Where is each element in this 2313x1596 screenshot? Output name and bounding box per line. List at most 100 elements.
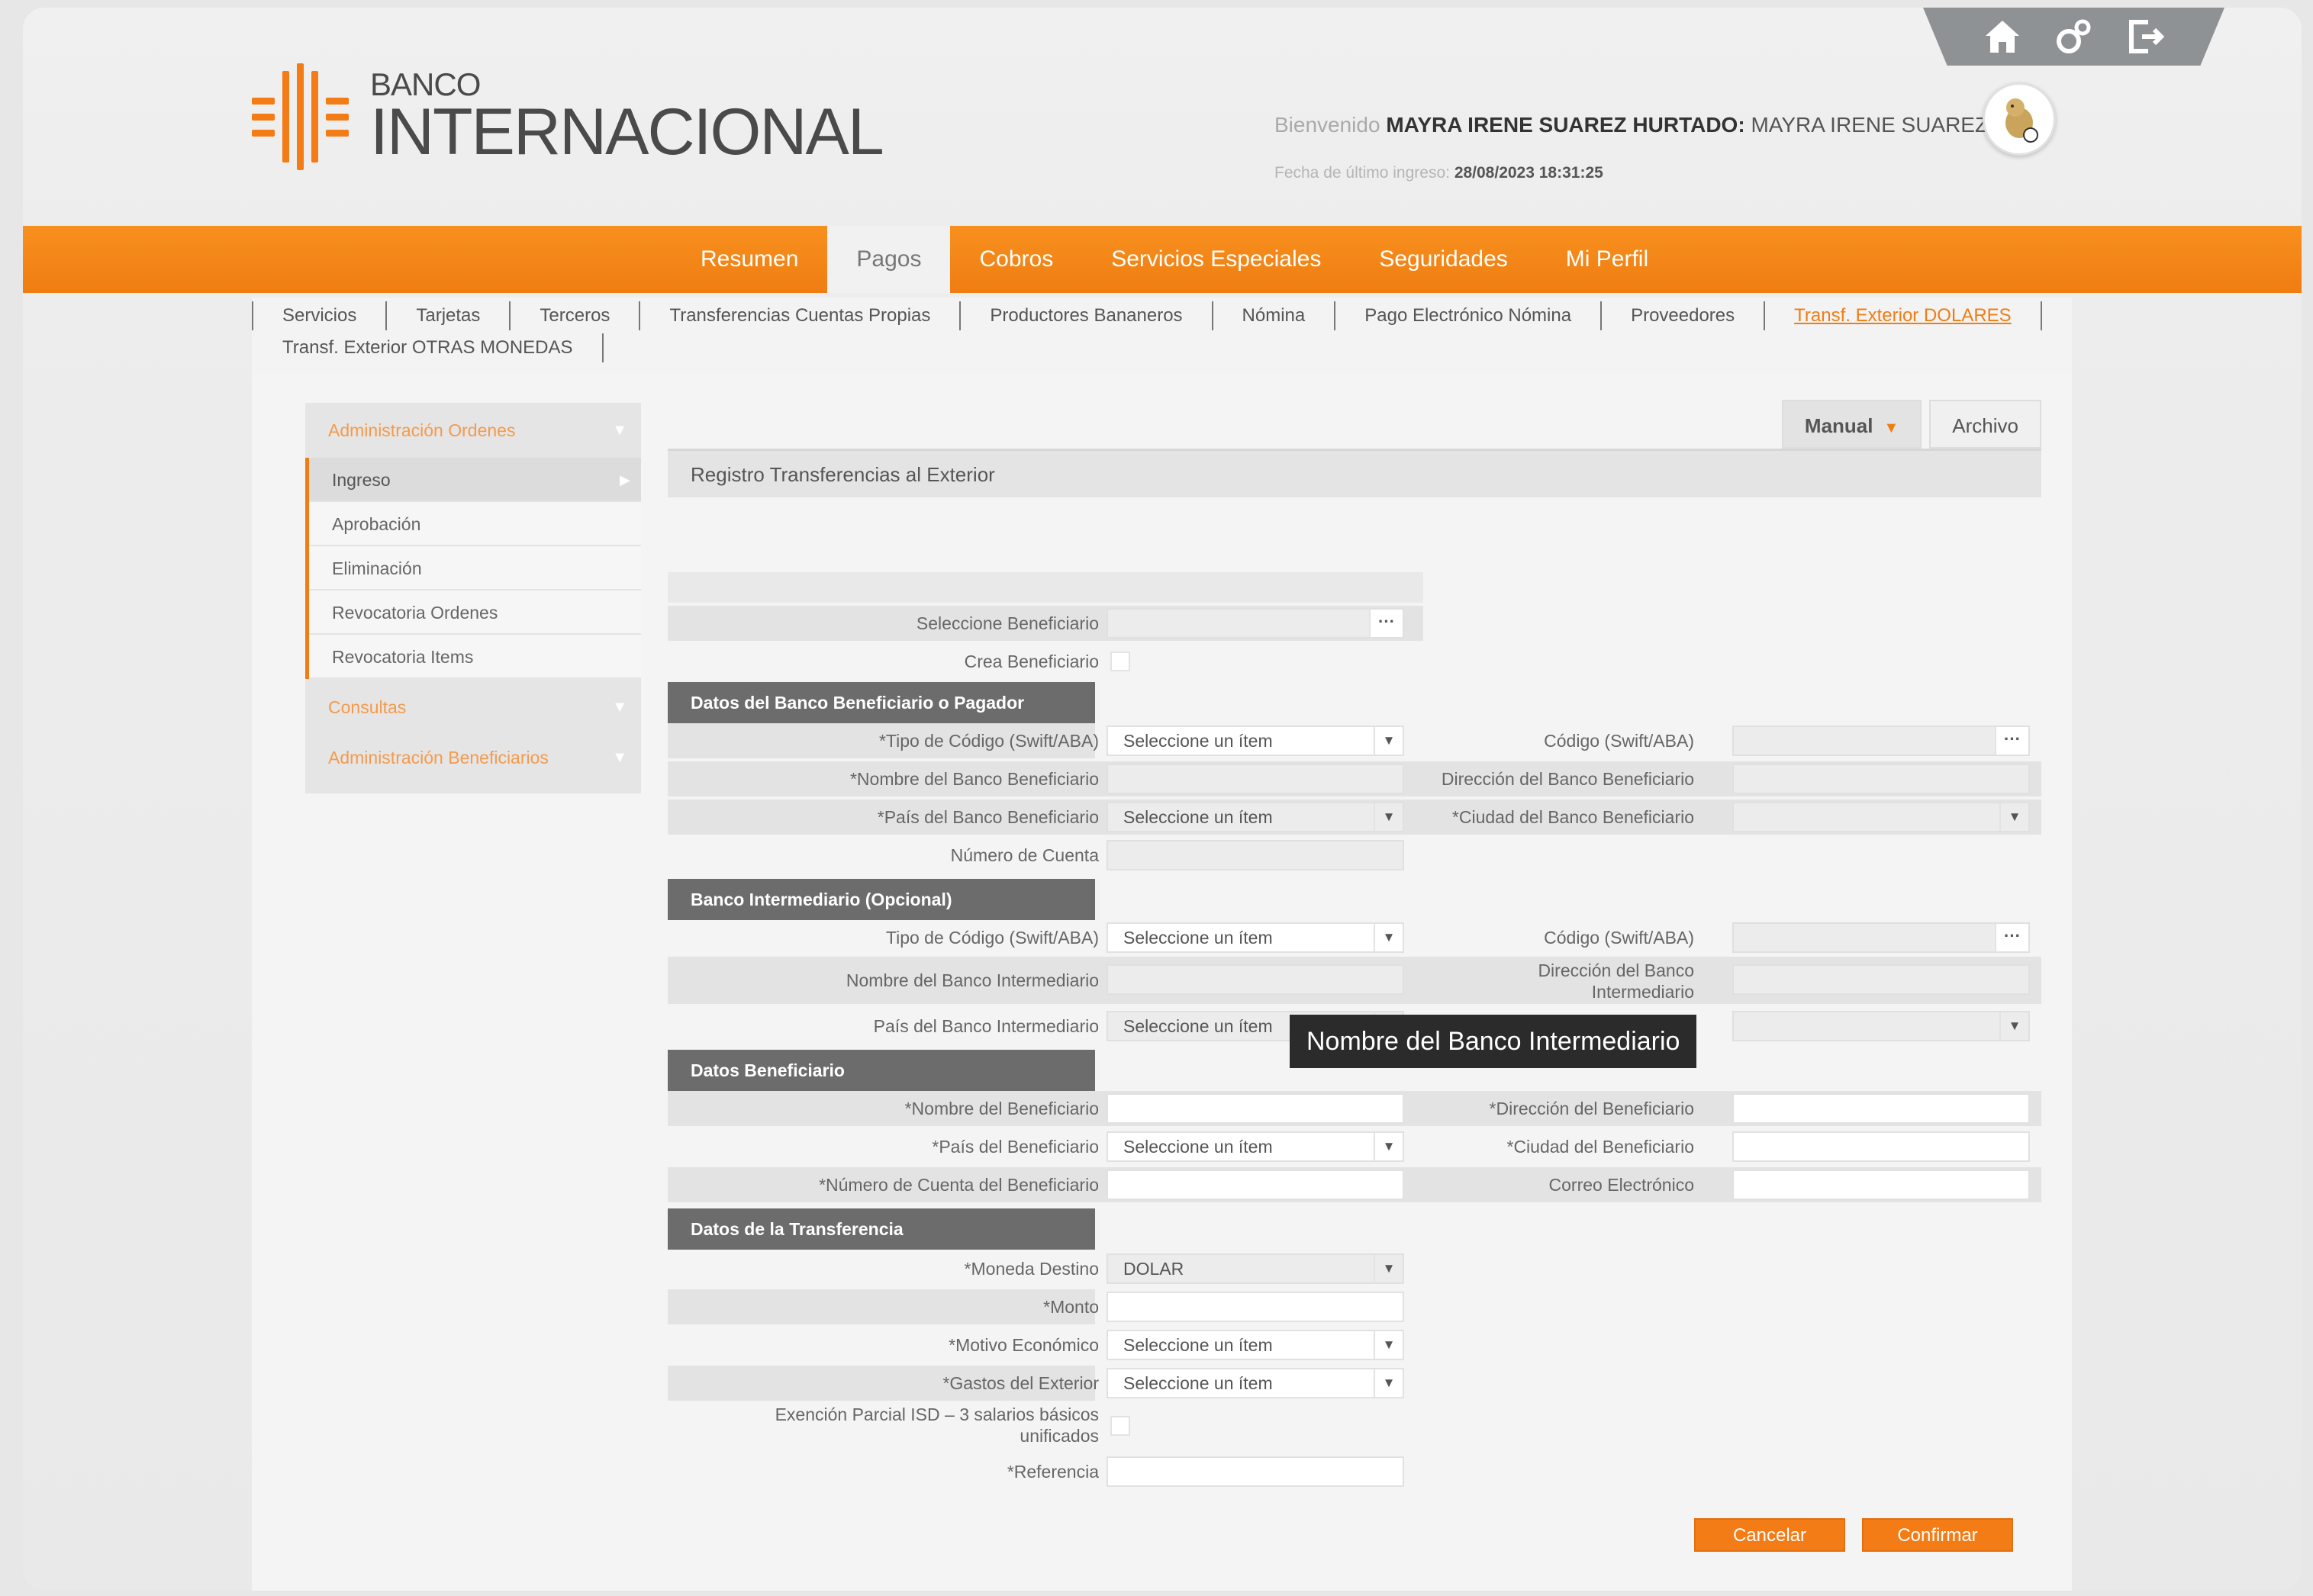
nav-pagos[interactable]: Pagos [827, 226, 951, 293]
avatar-character-icon [2005, 98, 2038, 143]
label-numero-cuenta: Número de Cuenta [950, 845, 1099, 865]
sidebar-section-admin-ordenes[interactable]: Administración Ordenes ▼ [305, 403, 641, 458]
subnav-transf-exterior-dolares[interactable]: Transf. Exterior DOLARES [1764, 301, 2042, 330]
section-datos-beneficiario: Datos Beneficiario [668, 1050, 1095, 1091]
label-pais-banco-intermediario: País del Banco Intermediario [873, 1016, 1099, 1036]
gastos-select[interactable]: Seleccione un ítem ▼ [1107, 1368, 1404, 1398]
subnav-terceros[interactable]: Terceros [509, 301, 639, 330]
more-icon[interactable]: ··· [1995, 727, 2028, 755]
nav-servicios-especiales[interactable]: Servicios Especiales [1082, 226, 1350, 293]
numero-cuenta-beneficiario-field[interactable] [1107, 1170, 1404, 1200]
logout-icon[interactable] [2125, 15, 2167, 58]
motivo-select[interactable]: Seleccione un ítem ▼ [1107, 1330, 1404, 1360]
referencia-field[interactable] [1107, 1456, 1404, 1487]
numero-cuenta-field[interactable] [1107, 840, 1404, 870]
label-exencion: Exención Parcial ISD – 3 salarios básico… [775, 1405, 1099, 1446]
ciudad-banco-intermediario-select[interactable]: ▼ [1732, 1011, 2030, 1041]
beneficiary-picker[interactable]: ··· [1107, 608, 1404, 639]
subnav-transf-exterior-otras-monedas[interactable]: Transf. Exterior OTRAS MONEDAS [252, 333, 604, 362]
label-moneda-destino: *Moneda Destino [964, 1259, 1099, 1279]
user-full-name: MAYRA IRENE SUAREZ HURTADO: [1386, 113, 1745, 137]
sidebar-section-admin-beneficiarios[interactable]: Administración Beneficiarios ▼ [305, 732, 641, 783]
main-nav: Resumen Pagos Cobros Servicios Especiale… [23, 226, 2302, 293]
chevron-down-icon: ▼ [1374, 924, 1403, 951]
codigo-swift-intermediario-field[interactable]: ··· [1732, 922, 2030, 953]
chevron-down-icon: ▼ [612, 699, 627, 716]
label-ciudad-banco-beneficiario: *Ciudad del Banco Beneficiario [1451, 807, 1694, 827]
subnav-proveedores[interactable]: Proveedores [1600, 301, 1764, 330]
label-numero-cuenta-beneficiario: *Número de Cuenta del Beneficiario [819, 1175, 1099, 1195]
more-icon[interactable]: ··· [1369, 610, 1403, 637]
subnav-tarjetas[interactable]: Tarjetas [385, 301, 509, 330]
page-title: Registro Transferencias al Exterior [668, 449, 2041, 497]
exencion-checkbox[interactable] [1110, 1416, 1130, 1436]
settings-icon[interactable] [2053, 15, 2096, 58]
monto-field[interactable] [1107, 1292, 1404, 1322]
tipo-codigo-intermediario-select[interactable]: Seleccione un ítem ▼ [1107, 922, 1404, 953]
chevron-down-icon: ▼ [1374, 803, 1403, 831]
subnav-transferencias-propias[interactable]: Transferencias Cuentas Propias [639, 301, 959, 330]
subnav-productores-bananeros[interactable]: Productores Bananeros [959, 301, 1211, 330]
sidebar-item-eliminacion[interactable]: Eliminación [309, 546, 641, 590]
sidebar-section-consultas[interactable]: Consultas ▼ [305, 682, 641, 732]
sidebar-item-ingreso[interactable]: Ingreso ▶ [309, 458, 641, 502]
correo-field[interactable] [1732, 1170, 2030, 1200]
section-banco-intermediario: Banco Intermediario (Opcional) [668, 879, 1095, 920]
label-crea-beneficiario: Crea Beneficiario [964, 652, 1099, 671]
tipo-codigo-select[interactable]: Seleccione un ítem ▼ [1107, 726, 1404, 756]
home-icon[interactable] [1981, 15, 2024, 58]
label-gastos: *Gastos del Exterior [942, 1373, 1099, 1393]
subnav-servicios[interactable]: Servicios [252, 301, 385, 330]
confirm-button[interactable]: Confirmar [1862, 1518, 2013, 1552]
chevron-down-icon: ▼ [612, 749, 627, 766]
subnav-nomina[interactable]: Nómina [1211, 301, 1335, 330]
direccion-banco-intermediario-field[interactable] [1732, 964, 2030, 995]
codigo-swift-field[interactable]: ··· [1732, 726, 2030, 756]
nav-cobros[interactable]: Cobros [950, 226, 1082, 293]
last-login-label: Fecha de último ingreso: [1274, 164, 1450, 182]
crea-beneficiario-checkbox[interactable] [1110, 652, 1130, 671]
chevron-down-icon: ▼ [1374, 727, 1403, 755]
label-monto: *Monto [1043, 1297, 1099, 1317]
sidebar-list: Ingreso ▶ Aprobación Eliminación Revocat… [305, 458, 641, 679]
bank-logo[interactable]: BANCO INTERNACIONAL [252, 60, 884, 174]
label-nombre-beneficiario: *Nombre del Beneficiario [904, 1099, 1099, 1118]
sidebar-section-label: Consultas [328, 697, 407, 717]
sidebar-item-revocatoria-ordenes[interactable]: Revocatoria Ordenes [309, 590, 641, 635]
sidebar-section-label: Administración Ordenes [328, 420, 516, 440]
label-direccion-beneficiario: *Dirección del Beneficiario [1489, 1099, 1694, 1118]
ciudad-banco-beneficiario-select[interactable]: ▼ [1732, 802, 2030, 832]
label-seleccione-beneficiario: Seleccione Beneficiario [916, 613, 1099, 633]
ciudad-beneficiario-field[interactable] [1732, 1131, 2030, 1162]
tab-manual[interactable]: Manual ▼ [1781, 400, 1922, 449]
chevron-down-icon: ▼ [1999, 1012, 2028, 1040]
chevron-down-icon: ▼ [1374, 1369, 1403, 1397]
logo-mark-icon [252, 63, 349, 170]
nav-resumen[interactable]: Resumen [672, 226, 827, 293]
nav-mi-perfil[interactable]: Mi Perfil [1537, 226, 1677, 293]
sidebar-item-aprobacion[interactable]: Aprobación [309, 502, 641, 546]
nombre-banco-intermediario-field[interactable] [1107, 964, 1404, 995]
nombre-beneficiario-field[interactable] [1107, 1093, 1404, 1124]
chevron-right-icon: ▶ [620, 472, 630, 487]
cancel-button[interactable]: Cancelar [1694, 1518, 1845, 1552]
tab-archivo[interactable]: Archivo [1929, 400, 2041, 449]
pais-beneficiario-select[interactable]: Seleccione un ítem ▼ [1107, 1131, 1404, 1162]
nav-seguridades[interactable]: Seguridades [1350, 226, 1536, 293]
direccion-banco-beneficiario-field[interactable] [1732, 764, 2030, 794]
more-icon[interactable]: ··· [1995, 924, 2028, 951]
label-referencia: *Referencia [1007, 1462, 1099, 1482]
label-codigo-swift: Código (Swift/ABA) [1544, 731, 1694, 751]
chevron-down-icon: ▼ [1374, 1255, 1403, 1282]
tooltip: Nombre del Banco Intermediario [1290, 1015, 1697, 1068]
sidebar-item-revocatoria-items[interactable]: Revocatoria Items [309, 635, 641, 679]
nombre-banco-beneficiario-field[interactable] [1107, 764, 1404, 794]
direccion-beneficiario-field[interactable] [1732, 1093, 2030, 1124]
subnav-pago-electronico-nomina[interactable]: Pago Electrónico Nómina [1334, 301, 1600, 330]
label-nombre-banco-beneficiario: *Nombre del Banco Beneficiario [849, 769, 1099, 789]
user-short-name: MAYRA IRENE SUAREZ [1751, 113, 1989, 137]
moneda-destino-select[interactable]: DOLAR ▼ [1107, 1253, 1404, 1284]
avatar[interactable] [1983, 82, 2056, 156]
pais-banco-beneficiario-select[interactable]: Seleccione un ítem ▼ [1107, 802, 1404, 832]
last-login: Fecha de último ingreso: 28/08/2023 18:3… [1274, 164, 1603, 182]
